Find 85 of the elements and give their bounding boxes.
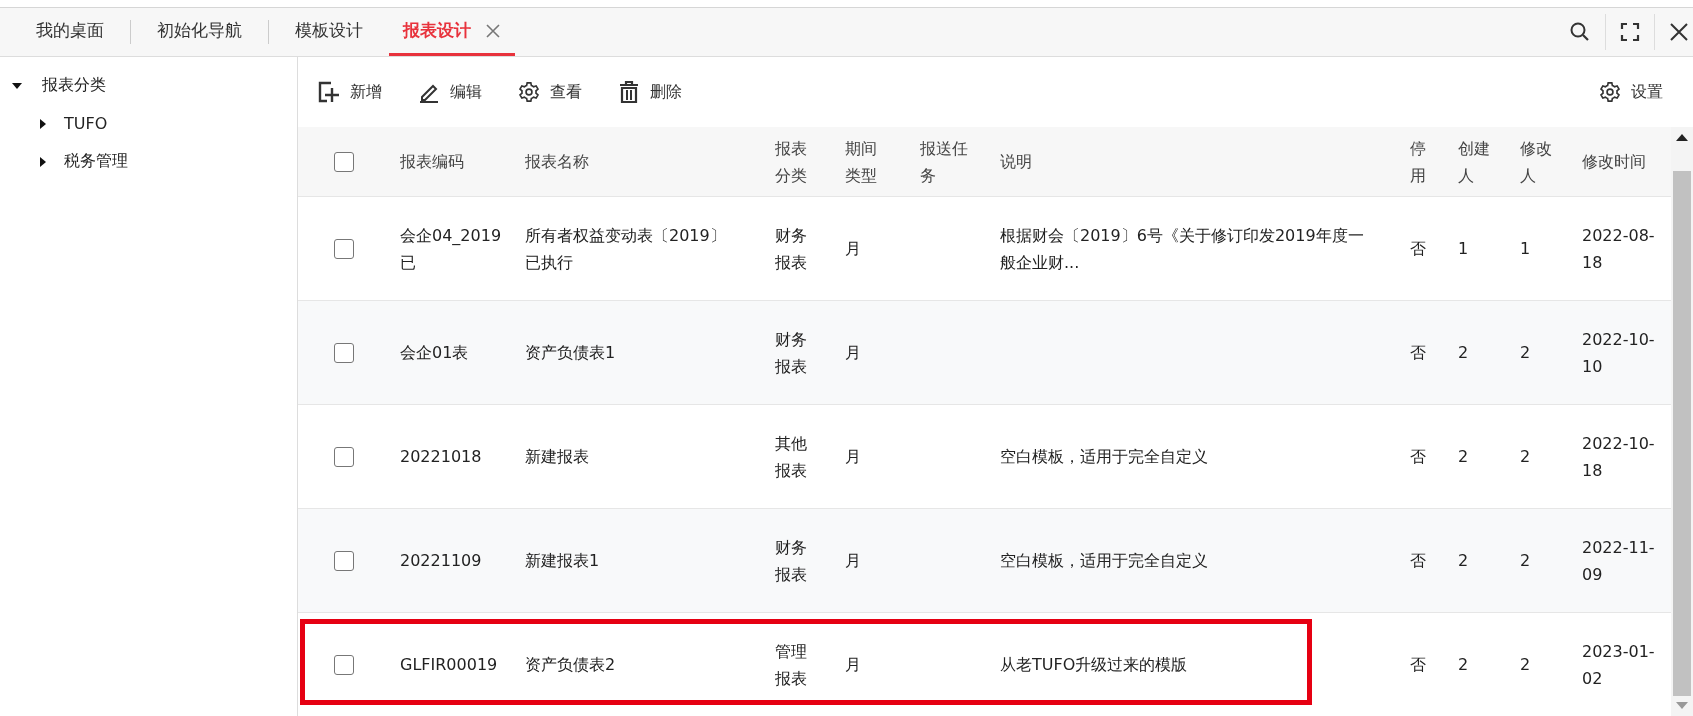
description-cell: 根据财会〔2019〕6号《关于修订印发2019年度一般企业财... — [1000, 225, 1364, 272]
description-cell: 空白模板，适用于完全自定义 — [1000, 447, 1208, 466]
caret-icon — [38, 156, 48, 167]
modifier-cell: 2 — [1520, 655, 1531, 674]
column-header: 修改人 — [1520, 138, 1552, 185]
caret-icon — [38, 118, 48, 129]
period-cell: 月 — [845, 655, 861, 674]
scroll-down-icon[interactable] — [1676, 702, 1688, 710]
toolbar-button[interactable]: 新增 — [310, 77, 390, 107]
name-cell: 新建报表1 — [525, 551, 600, 570]
tree-item[interactable]: 报表分类 — [0, 69, 297, 108]
checkbox[interactable] — [334, 550, 354, 571]
category-cell: 财务报表 — [775, 329, 807, 376]
period-cell: 月 — [845, 551, 861, 570]
column-header: 报表编码 — [400, 152, 464, 171]
column-header: 期间类型 — [845, 138, 877, 185]
gear-icon — [518, 81, 540, 103]
column-header: 报表名称 — [525, 152, 589, 171]
column-header: 报送任务 — [920, 138, 968, 185]
tab[interactable]: 报表设计 — [389, 8, 515, 56]
period-cell: 月 — [845, 343, 861, 362]
time-cell: 2022-11-09 — [1582, 537, 1655, 584]
creator-cell: 2 — [1458, 551, 1469, 570]
column-header: 创建人 — [1458, 138, 1490, 185]
scrollbar[interactable] — [1671, 127, 1693, 716]
modifier-cell: 2 — [1520, 551, 1531, 570]
column-header: 停用 — [1410, 138, 1426, 185]
scroll-up-icon[interactable] — [1676, 133, 1688, 141]
time-cell: 2023-01-02 — [1582, 641, 1655, 688]
disabled-cell: 否 — [1410, 239, 1426, 258]
creator-cell: 1 — [1458, 239, 1469, 258]
name-cell: 资产负债表2 — [525, 655, 616, 674]
disabled-cell: 否 — [1410, 343, 1426, 362]
description-cell: 从老TUFO升级过来的模版 — [1000, 655, 1188, 674]
creator-cell: 2 — [1458, 655, 1469, 674]
gear-icon — [1599, 81, 1621, 103]
category-cell: 财务报表 — [775, 225, 807, 272]
disabled-cell: 否 — [1410, 447, 1426, 466]
category-cell: 管理报表 — [775, 641, 807, 688]
search-icon[interactable] — [1569, 21, 1591, 43]
toolbar-button[interactable]: 设置 — [1591, 77, 1671, 107]
creator-cell: 2 — [1458, 343, 1469, 362]
tab[interactable]: 我的桌面 — [22, 8, 118, 56]
period-cell: 月 — [845, 239, 861, 258]
add-icon — [318, 81, 340, 103]
modifier-cell: 2 — [1520, 343, 1531, 362]
description-cell: 空白模板，适用于完全自定义 — [1000, 551, 1208, 570]
column-header: 修改时间 — [1582, 152, 1646, 171]
tree-item[interactable]: TUFO — [0, 108, 297, 145]
checkbox[interactable] — [334, 238, 354, 259]
code-cell: 会企04_2019已 — [400, 225, 502, 272]
code-cell: GLFIR00019 — [400, 655, 498, 674]
name-cell: 新建报表 — [525, 447, 589, 466]
toolbar-button[interactable]: 查看 — [510, 77, 590, 107]
code-cell: 会企01表 — [400, 343, 469, 362]
time-cell: 2022-10-10 — [1582, 329, 1655, 376]
category-cell: 财务报表 — [775, 537, 807, 584]
fullscreen-icon[interactable] — [1620, 22, 1640, 42]
tree-item[interactable]: 税务管理 — [0, 145, 297, 184]
category-cell: 其他报表 — [775, 433, 807, 480]
toolbar-button[interactable]: 编辑 — [410, 77, 490, 107]
trash-icon — [618, 81, 640, 103]
checkbox[interactable] — [334, 342, 354, 363]
close-icon[interactable] — [1669, 22, 1689, 42]
creator-cell: 2 — [1458, 447, 1469, 466]
column-header: 说明 — [1000, 152, 1032, 171]
code-cell: 20221018 — [400, 447, 482, 466]
modifier-cell: 1 — [1520, 239, 1531, 258]
time-cell: 2022-10-18 — [1582, 433, 1655, 480]
toolbar-button[interactable]: 删除 — [610, 77, 690, 107]
caret-icon — [12, 80, 22, 91]
checkbox[interactable] — [334, 151, 354, 172]
name-cell: 所有者权益变动表〔2019〕已执行 — [525, 225, 726, 272]
disabled-cell: 否 — [1410, 551, 1426, 570]
tab[interactable]: 初始化导航 — [143, 8, 256, 56]
disabled-cell: 否 — [1410, 655, 1426, 674]
column-header: 报表分类 — [775, 138, 807, 185]
checkbox[interactable] — [334, 446, 354, 467]
modifier-cell: 2 — [1520, 447, 1531, 466]
checkbox[interactable] — [334, 654, 354, 675]
tab[interactable]: 模板设计 — [281, 8, 377, 56]
time-cell: 2022-08-18 — [1582, 225, 1655, 272]
code-cell: 20221109 — [400, 551, 482, 570]
period-cell: 月 — [845, 447, 861, 466]
name-cell: 资产负债表1 — [525, 343, 616, 362]
